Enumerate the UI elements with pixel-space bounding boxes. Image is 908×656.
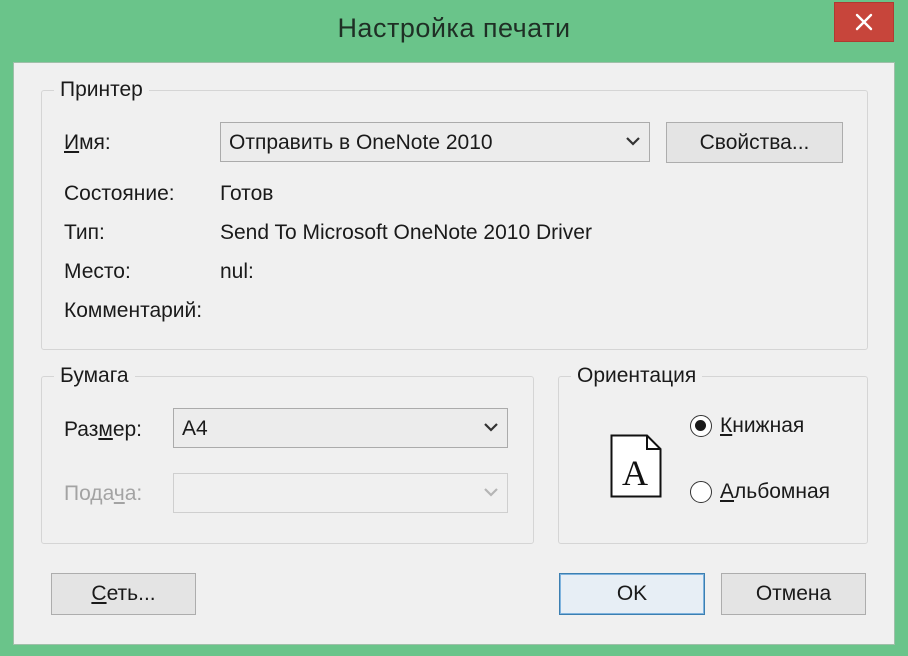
title-bar[interactable]: Настройка печати	[0, 0, 908, 62]
printer-group-label: Принтер	[54, 77, 149, 103]
comment-label: Комментарий:	[64, 299, 203, 322]
page-preview-letter: A	[622, 453, 648, 493]
where-value: nul:	[220, 260, 254, 283]
close-button[interactable]	[834, 2, 894, 42]
orientation-group: Ориентация	[558, 363, 868, 544]
paper-size-select[interactable]: A4	[173, 408, 508, 448]
where-label: Место:	[64, 260, 131, 283]
dialog-client-area: Принтер Имя: Отправить в OneNote 2010 Св…	[13, 62, 895, 645]
properties-button[interactable]: Свойства...	[666, 122, 843, 163]
properties-button-label: Свойства...	[699, 130, 810, 154]
paper-size-label-mnemonic: м	[98, 418, 113, 441]
chevron-down-icon	[484, 488, 498, 497]
landscape-radio[interactable]	[690, 481, 712, 503]
printer-name-select[interactable]: Отправить в OneNote 2010	[220, 122, 650, 162]
printer-name-label: Имя:	[64, 130, 111, 156]
status-value: Готов	[220, 182, 274, 205]
printer-name-label-rest: мя:	[79, 131, 111, 154]
landscape-radio-label[interactable]: Альбомная	[720, 479, 830, 505]
landscape-label-mnemonic: А	[720, 480, 735, 503]
portrait-radio-label[interactable]: Книжная	[720, 413, 804, 439]
ok-button[interactable]: OK	[559, 573, 705, 615]
paper-size-label-start: Раз	[64, 418, 99, 441]
paper-size-value: A4	[182, 417, 208, 440]
print-setup-window: Настройка печати Принтер Имя: Отправить …	[0, 0, 908, 656]
network-button[interactable]: Сеть...	[51, 573, 196, 615]
network-button-label: Сеть...	[91, 582, 156, 605]
printer-name-value: Отправить в OneNote 2010	[229, 131, 493, 154]
close-icon	[855, 13, 873, 31]
window-title: Настройка печати	[337, 13, 571, 43]
paper-size-label: Размер:	[64, 417, 142, 443]
paper-source-label-rest: а:	[124, 482, 143, 505]
portrait-radio[interactable]	[690, 415, 712, 437]
paper-source-label-start: Пода	[64, 482, 114, 505]
paper-group-label: Бумага	[54, 363, 135, 389]
type-value: Send To Microsoft OneNote 2010 Driver	[220, 221, 592, 244]
landscape-label-rest: льбомная	[734, 480, 831, 503]
type-label: Тип:	[64, 221, 105, 244]
chevron-down-icon	[626, 137, 640, 146]
cancel-button[interactable]: Отмена	[721, 573, 866, 615]
orientation-group-label: Ориентация	[571, 363, 703, 389]
portrait-label-mnemonic: К	[720, 414, 733, 437]
portrait-radio-dot	[695, 420, 706, 431]
printer-name-label-mnemonic: И	[64, 131, 80, 154]
paper-source-select[interactable]	[173, 473, 508, 513]
chevron-down-icon	[484, 423, 498, 432]
paper-group: Бумага	[41, 363, 534, 544]
status-label: Состояние:	[64, 182, 175, 205]
cancel-button-label: Отмена	[755, 582, 832, 605]
ok-button-label: OK	[616, 582, 648, 605]
portrait-label-rest: нижная	[732, 414, 805, 437]
page-portrait-icon: A	[610, 434, 662, 498]
paper-size-label-rest: ер:	[112, 418, 143, 441]
paper-source-label: Подача:	[64, 481, 142, 507]
paper-source-label-mnemonic: ч	[113, 482, 125, 505]
